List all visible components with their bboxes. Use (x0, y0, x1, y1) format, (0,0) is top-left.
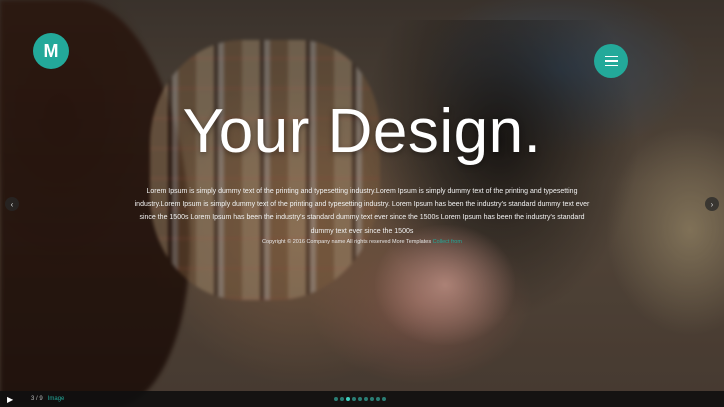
slide-dots (334, 397, 386, 401)
hamburger-icon-line (604, 60, 618, 62)
logo-letter: M (43, 40, 59, 61)
play-icon[interactable]: ▶ (7, 395, 17, 404)
hero-headline: Your Design. (182, 97, 542, 166)
hamburger-icon-line (604, 64, 618, 67)
brand-logo[interactable]: M (33, 33, 69, 69)
next-slide-button[interactable]: › (705, 197, 719, 211)
hero-description: Lorem Ipsum is simply dummy text of the … (134, 188, 590, 235)
slide-dot[interactable] (346, 397, 350, 401)
copyright-line: Copyright © 2016 Company name All rights… (0, 239, 724, 245)
chevron-right-icon: › (710, 199, 714, 209)
hamburger-icon-line (604, 55, 618, 58)
slide-dot[interactable] (382, 397, 386, 401)
slide-dot[interactable] (358, 397, 362, 401)
slider-control-bar: ▶ 3 / 9 Image (0, 391, 724, 407)
slide-dot[interactable] (370, 397, 374, 401)
slide-counter: 3 / 9 (31, 396, 43, 402)
slide-dot[interactable] (340, 397, 344, 401)
menu-button[interactable] (594, 44, 628, 78)
slide-dot[interactable] (364, 397, 368, 401)
copyright-text: Copyright © 2016 Company name All rights… (262, 239, 432, 245)
hero-slide: M Your Design. Lorem Ipsum is simply dum… (0, 0, 724, 407)
prev-slide-button[interactable]: ‹ (5, 197, 19, 211)
slide-dot[interactable] (376, 397, 380, 401)
chevron-left-icon: ‹ (10, 199, 14, 209)
slide-dot[interactable] (334, 397, 338, 401)
collect-link[interactable]: Collect from (433, 239, 462, 245)
slide-type-label: Image (47, 396, 65, 402)
slide-dot[interactable] (352, 397, 356, 401)
